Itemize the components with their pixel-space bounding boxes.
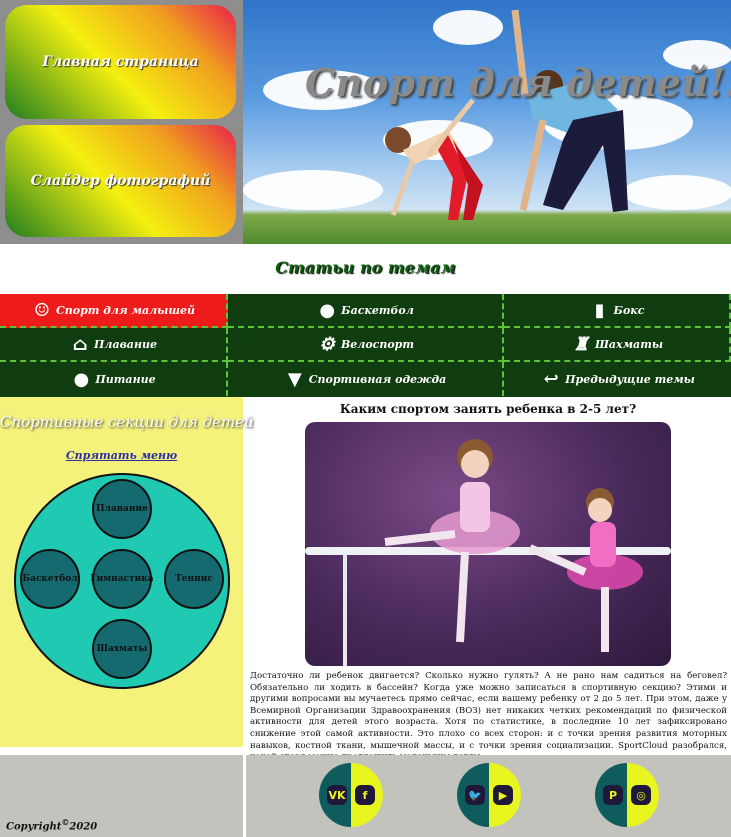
- social-group-3: P ◎: [595, 763, 659, 827]
- topic-label: Плавание: [94, 337, 157, 351]
- twitter-icon[interactable]: 🐦: [465, 785, 485, 805]
- apple-icon: ●: [73, 368, 90, 390]
- topic-nutrition[interactable]: ● Питание: [0, 362, 228, 396]
- menu-item-chess[interactable]: Шахматы: [92, 619, 152, 679]
- copyright: Copyright©2020: [6, 817, 98, 833]
- basketball-icon: ●: [319, 299, 336, 321]
- ballet-girls-photo: [305, 422, 671, 666]
- topic-cycling[interactable]: ⚙ Велоспорт: [228, 328, 504, 362]
- topic-previous[interactable]: ↩ Предыдущие темы: [504, 362, 731, 396]
- menu-item-basketball[interactable]: Баскетбол: [20, 549, 80, 609]
- article-title: Каким спортом занять ребенка в 2-5 лет?: [339, 402, 637, 416]
- baby-face-icon: ☺: [33, 299, 51, 321]
- circular-menu: Плавание Баскетбол Гимнастика Теннис Шах…: [14, 473, 230, 689]
- vk-icon[interactable]: VK: [327, 785, 347, 805]
- topic-label: Баскетбол: [341, 303, 414, 317]
- nav-panel: Главная страница Слайдер фотографий: [0, 0, 243, 244]
- menu-item-gymnastics[interactable]: Гимнастика: [90, 549, 154, 609]
- topic-label: Питание: [95, 372, 156, 386]
- social-group-2: 🐦 ▶: [457, 763, 521, 827]
- boxing-glove-icon: ▮: [594, 299, 605, 321]
- tshirt-icon: ▼: [287, 368, 302, 390]
- topics-grid: ☺ Спорт для малышей ● Баскетбол ▮ Бокс ⌂…: [0, 294, 731, 397]
- instagram-icon[interactable]: ◎: [631, 785, 651, 805]
- topic-sportswear[interactable]: ▼ Спортивная одежда: [228, 362, 504, 396]
- topic-label: Спорт для малышей: [56, 303, 195, 317]
- youtube-icon[interactable]: ▶: [493, 785, 513, 805]
- topic-label: Шахматы: [594, 337, 664, 351]
- menu-item-tennis[interactable]: Теннис: [164, 549, 224, 609]
- topic-swimming[interactable]: ⌂ Плавание: [0, 328, 228, 362]
- hide-menu-link[interactable]: Спрятать меню: [0, 449, 243, 462]
- menu-item-swimming[interactable]: Плавание: [92, 479, 152, 539]
- home-button[interactable]: Главная страница: [5, 5, 236, 119]
- facebook-icon[interactable]: f: [355, 785, 375, 805]
- topic-label: Спортивная одежда: [308, 372, 447, 386]
- header: Главная страница Слайдер фотографий Спор…: [0, 0, 731, 244]
- hero-banner: Спорт для детей!!!: [243, 0, 731, 244]
- topics-heading: Статьи по темам: [275, 258, 456, 277]
- topic-boxing[interactable]: ▮ Бокс: [504, 294, 731, 328]
- topic-basketball[interactable]: ● Баскетбол: [228, 294, 504, 328]
- article-body: Достаточно ли ребенок двигается? Сколько…: [250, 671, 727, 762]
- pinterest-icon[interactable]: P: [603, 785, 623, 805]
- back-arrow-icon: ↩: [543, 368, 559, 390]
- hero-title: Спорт для детей!!!: [305, 60, 731, 105]
- footer-left: Copyright©2020: [0, 755, 243, 837]
- children-stretching-image: [385, 9, 628, 220]
- topic-label: Велоспорт: [340, 337, 415, 351]
- chess-rook-icon: ♜: [572, 333, 590, 355]
- bicycle-icon: ⚙: [318, 333, 336, 355]
- social-group-1: VK f: [319, 763, 383, 827]
- topic-toddler-sports[interactable]: ☺ Спорт для малышей: [0, 294, 228, 328]
- sidebar-title: Спортивные секции для детей: [0, 413, 254, 431]
- swimming-pool-icon: ⌂: [72, 333, 88, 355]
- topic-label: Бокс: [613, 303, 645, 317]
- topic-chess[interactable]: ♜ Шахматы: [504, 328, 731, 362]
- footer-social: VK f 🐦 ▶ P ◎: [246, 755, 731, 837]
- topic-label: Предыдущие темы: [565, 372, 695, 386]
- sidebar: Спортивные секции для детей Спрятать мен…: [0, 397, 254, 747]
- photo-slider-button[interactable]: Слайдер фотографий: [5, 125, 236, 237]
